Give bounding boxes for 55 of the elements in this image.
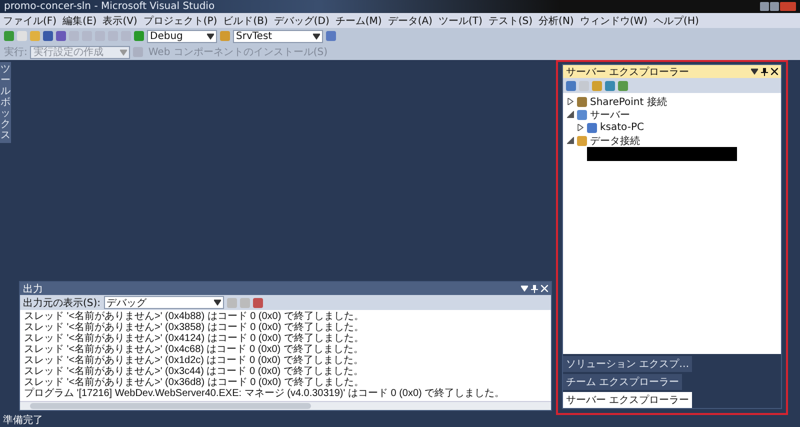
output-line: スレッド '<名前がありません>' (0x4c68) はコード 0 (0x0) で終了しました。 [24, 344, 364, 355]
maximize-icon[interactable] [770, 2, 779, 11]
output-line: スレッド '<名前がありません>' (0x1d2c) はコード 0 (0x0) で終了しました。 [24, 355, 364, 366]
menu-item[interactable]: チーム(M) [335, 14, 382, 28]
project-dropdown[interactable]: SrvTest [233, 30, 323, 42]
menu-item[interactable]: ツール(T) [438, 14, 482, 28]
menu-item[interactable]: テスト(S) [488, 14, 533, 28]
caret-icon[interactable] [207, 32, 214, 40]
panel-tab[interactable]: ソリューション エクスプ… [563, 356, 692, 372]
source-label: 出力元の表示(S): [23, 296, 101, 310]
output-line: スレッド '<名前がありません>' (0x3858) はコード 0 (0x0) で終了しました。 [24, 322, 365, 333]
scrollbar-thumb[interactable] [30, 403, 312, 409]
menu-item[interactable]: デバッグ(D) [274, 14, 330, 28]
caret-icon[interactable] [214, 299, 221, 306]
node-icon [587, 122, 597, 132]
output-line: スレッド '<名前がありません>' (0x4124) はコード 0 (0x0) で終了しました。 [24, 333, 365, 344]
menu-item[interactable]: ファイル(F) [3, 14, 57, 28]
dropdown-icon[interactable] [751, 68, 758, 75]
node-icon [577, 136, 587, 146]
panel-tab[interactable]: サーバー エクスプローラー [563, 392, 692, 408]
window-title: promo-concer-sln - Microsoft Visual Studio [4, 0, 215, 12]
panel-title: サーバー エクスプローラー [566, 66, 690, 78]
node-icon [577, 96, 587, 106]
tree-item[interactable]: データ接続 [590, 134, 640, 148]
output-line: スレッド '<名前がありません>' (0x3c44) はコード 0 (0x0) で終了しました。 [24, 366, 364, 377]
minimize-icon[interactable] [760, 2, 769, 11]
pin-icon[interactable] [531, 284, 538, 292]
toolbox-tab[interactable]: ツールボックス [0, 62, 11, 143]
collapsed-arrow-icon[interactable] [567, 98, 574, 105]
menu-item[interactable]: ヘルプ(H) [654, 14, 699, 28]
menu-item[interactable]: ウィンドウ(W) [580, 14, 648, 28]
tree-item[interactable]: SharePoint 接続 [590, 94, 667, 108]
panel-title: 出力 [23, 282, 43, 296]
panel-tab[interactable]: チーム エクスプローラー [563, 374, 682, 390]
menu-item[interactable]: 分析(N) [538, 14, 574, 28]
output-source-dropdown[interactable]: デバッグ [104, 296, 224, 309]
configuration-dropdown[interactable]: Debug [147, 30, 217, 42]
tree-item[interactable]: サーバー [590, 108, 630, 122]
close-icon[interactable] [771, 68, 778, 75]
menu-item[interactable]: データ(A) [388, 14, 432, 28]
expanded-arrow-icon[interactable] [567, 137, 574, 144]
pin-icon[interactable] [761, 68, 768, 76]
tree-item[interactable]: ksato-PC [600, 122, 644, 133]
run-label: 実行: [4, 46, 28, 59]
menu-item[interactable]: ビルド(B) [223, 14, 268, 28]
expanded-arrow-icon[interactable] [567, 111, 574, 118]
collapsed-arrow-icon[interactable] [577, 124, 584, 131]
caret-icon[interactable] [313, 32, 320, 40]
node-icon [577, 110, 587, 120]
menu-item[interactable]: 表示(V) [102, 14, 138, 28]
output-line: スレッド '<名前がありません>' (0x36d8) はコード 0 (0x0) で終了しました。 [24, 377, 365, 388]
output-line: プログラム '[17216] WebDev.WebServer40.EXE: マネージ (v4.0.30319)' はコード 0 (0x0) で終了しました。 [24, 388, 506, 399]
output-line: スレッド '<名前がありません>' (0x4b88) はコード 0 (0x0) で終了しました。 [24, 311, 365, 322]
menu-item[interactable]: プロジェクト(P) [143, 14, 218, 28]
menu-item[interactable]: 編集(E) [62, 14, 97, 28]
